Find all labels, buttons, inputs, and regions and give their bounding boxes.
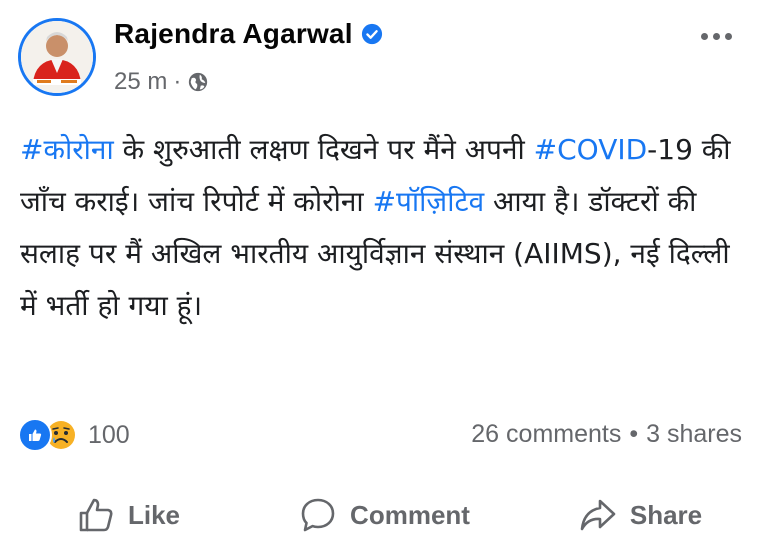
post-text-segment: के शुरुआती लक्षण दिखने पर मैंने अपनी [113,133,534,166]
author-name[interactable]: Rajendra Agarwal [114,18,353,50]
hashtag-link[interactable]: #COVID [534,133,648,166]
more-dot-icon [700,32,708,40]
post-body: #कोरोना के शुरुआती लक्षण दिखने पर मैंने … [20,124,750,332]
thumbs-up-icon [79,498,113,532]
share-arrow-icon [580,499,616,531]
post-stats: 100 26 comments • 3 shares [0,412,768,456]
meta-separator: · [173,68,182,95]
share-button[interactable]: Share [512,478,768,552]
comment-count[interactable]: 26 comments [471,420,621,449]
like-label: Like [127,499,181,530]
more-options-button[interactable] [694,24,738,48]
reaction-count: 100 [88,420,130,449]
like-button[interactable]: Like [0,478,256,552]
post-header: Rajendra Agarwal 25 m · [0,0,768,110]
share-label: Share [629,499,703,530]
like-reaction-icon [18,418,52,452]
engagement-counts: 26 comments • 3 shares [471,420,742,449]
more-dot-icon [724,32,732,40]
reactions-summary[interactable]: 100 [18,418,130,452]
comment-button[interactable]: Comment [256,478,512,552]
stats-separator: • [629,420,639,448]
avatar[interactable] [18,18,96,96]
action-bar: Like Comment Share [0,478,768,552]
hashtag-link[interactable]: #कोरोना [20,133,114,166]
hashtag-link[interactable]: #पॉज़िटिव [373,185,485,218]
comment-label: Comment [350,499,470,530]
globe-icon[interactable] [187,71,209,93]
share-count[interactable]: 3 shares [646,420,742,449]
post-timestamp[interactable]: 25 m [114,68,167,96]
comment-bubble-icon [301,498,335,532]
author-row: Rajendra Agarwal [114,18,383,50]
more-dot-icon [712,32,720,40]
verified-badge-icon [361,23,382,45]
post-meta: 25 m · [114,68,209,96]
avatar-image [21,21,93,93]
